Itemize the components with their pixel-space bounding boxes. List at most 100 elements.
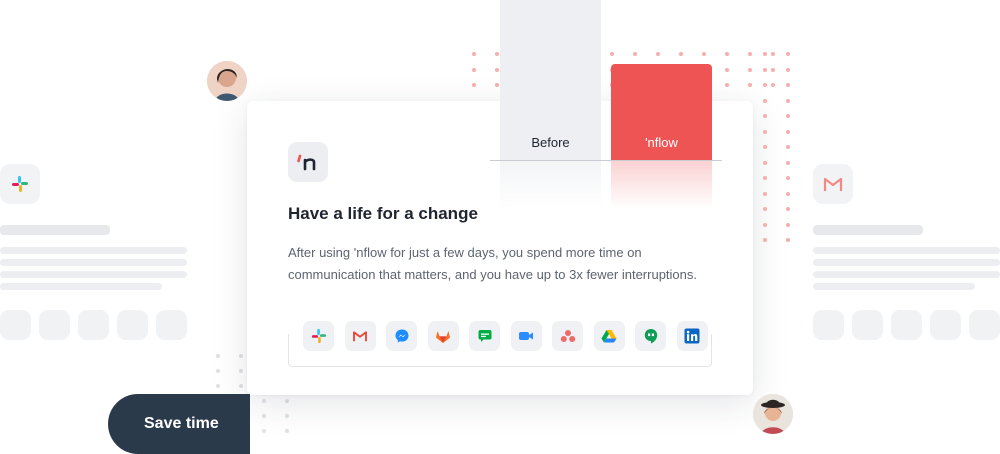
dot [633,83,637,87]
dot [763,129,767,134]
dot [702,52,706,56]
dot [786,191,790,196]
dot [679,52,683,56]
dot [541,67,545,72]
dot [239,384,243,388]
avatar [753,394,793,434]
dot [763,176,767,180]
ghost-text-line [813,247,1000,254]
ghost-pill [117,310,148,340]
dot [610,52,614,56]
messenger-icon [386,321,417,351]
dot [702,83,706,87]
dot [587,52,591,56]
dot [472,52,476,56]
avatar [207,61,247,101]
dot [725,83,729,87]
dot [763,83,767,87]
dot [472,83,476,87]
dot [610,83,614,87]
dot [763,67,767,72]
dot [541,52,545,56]
dot [763,114,767,118]
dot [786,238,790,242]
dot [285,414,289,418]
dot [786,207,790,211]
dot [610,67,614,72]
save-time-pill: Save time [108,394,250,454]
ghost-pill [156,310,187,340]
gmail-icon [344,321,376,351]
linkedin-icon [676,321,708,351]
dot [587,83,591,87]
dot [495,83,499,87]
ghost-pill [930,310,961,340]
dot [786,98,790,103]
dot [786,67,790,72]
ghost-pill [891,310,922,340]
dot [216,384,220,388]
dot [587,67,591,72]
nflow-logo-icon [288,142,328,182]
ghost-pill [852,310,883,340]
feature-card: Have a life for a change After using 'nf… [247,101,753,395]
dot [763,191,767,196]
dot [786,129,790,134]
ghost-text-line [0,283,162,290]
dot [656,67,660,72]
dot [518,67,522,72]
dot [262,429,266,433]
dot [748,83,752,87]
coral-dot-pattern-right [763,52,790,242]
dot [748,52,752,56]
save-time-label: Save time [144,415,219,432]
hangouts-icon [635,321,666,351]
dot [495,67,499,72]
ghost-text-line [813,271,1000,278]
dot [518,52,522,56]
dot [786,145,790,149]
ghost-text-line [0,271,187,278]
dot [541,83,545,87]
ghost-title-line [813,225,923,235]
ghost-pill [969,310,1000,340]
dot [702,67,706,72]
dot [679,67,683,72]
dot [763,222,767,227]
ghost-pill [813,310,844,340]
ghost-pill [0,310,31,340]
asana-icon [552,321,583,351]
dot [239,369,243,373]
dot [216,369,220,373]
dot [786,222,790,227]
ghost-text-line [813,259,1000,266]
dot [763,207,767,211]
dot [786,114,790,118]
gmail-ghost-icon [813,164,853,204]
dot [786,160,790,165]
ghost-title-line [0,225,110,235]
google-drive-icon [593,321,625,351]
dot [725,52,729,56]
dot [285,429,289,433]
dot [748,67,752,72]
dot [285,399,289,403]
dot [763,160,767,165]
dot [262,399,266,403]
ghost-pill [78,310,109,340]
dot [564,67,568,72]
dot [786,176,790,180]
ghost-text-line [813,283,975,290]
coral-dot-pattern [472,52,792,87]
slack-icon [303,321,334,351]
dot [786,52,790,56]
app-icons-row [303,321,708,351]
dot [725,67,729,72]
dot [239,354,243,358]
ghost-pill [39,310,70,340]
dot [763,52,767,56]
card-description: After using 'nflow for just a few days, … [288,245,697,282]
gitlab-icon [427,321,459,351]
dot [679,83,683,87]
dot [763,238,767,242]
